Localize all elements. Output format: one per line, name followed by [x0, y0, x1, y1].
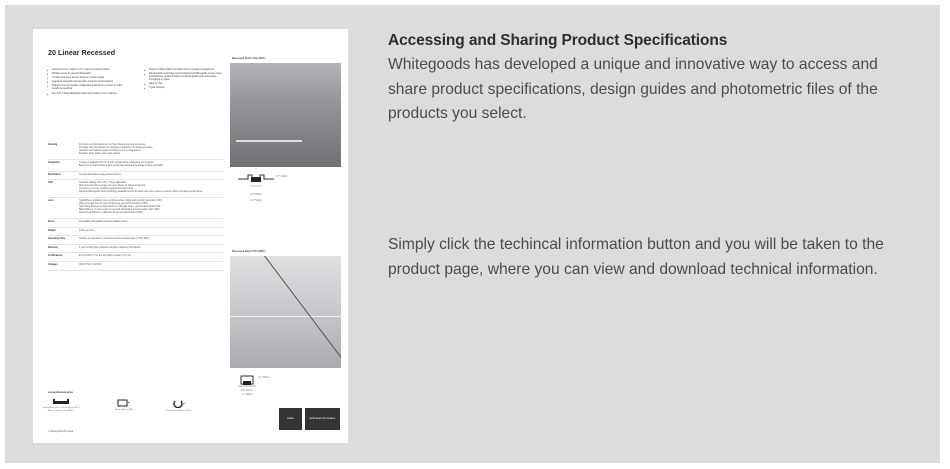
spec-row: Operating Temp Suitable for operation in …: [48, 236, 223, 245]
black-lens-icon: [117, 399, 130, 407]
spec-value-line: Round Opal Diffuser 1" diameter for gene…: [79, 212, 144, 215]
spec-label: Lens: [48, 200, 54, 203]
feature-bullet: Choice of White 4000K and Warm Dim to em…: [144, 69, 226, 72]
spec-row: Certifications ETL and ETL-C for dry and …: [48, 253, 223, 262]
spec-row: LED Constant Voltage, 90+ CRI, 3 Steps Ma…: [48, 180, 223, 199]
spec-table: Housing Precision extruded aluminum for f…: [48, 142, 223, 271]
description-paragraph: Whitegoods has developed a unique and in…: [388, 56, 878, 122]
feature-list-left: Continuous line of light in a 0.7" wide …: [47, 69, 129, 97]
spec-value: 100-277VAC, 347VAC: [79, 264, 223, 267]
index-button[interactable]: index: [279, 408, 302, 430]
spec-value-line: 0.3lbs per foot: [79, 229, 94, 232]
spec-value-line: 100-277VAC, 347VAC: [79, 263, 102, 266]
spec-label: LED: [48, 182, 53, 185]
bezel-trim-profile-drawing: 1.4" 35mm 0.9" 22mm 1.1" 28mm: [236, 375, 269, 397]
profile-dimension: 1.4" 35mm: [258, 376, 270, 379]
spec-value-line: Compatible with quality constant voltage…: [79, 221, 128, 223]
spec-value: Opal Diffuser provides even, continuous …: [79, 200, 223, 215]
spec-label: Driver: [48, 221, 55, 223]
lens-item: Opal Diffuser (OD) / Satin Diffuser (SD)…: [41, 399, 81, 413]
spec-value-line: Bezel trim for hard surfaces such as dry…: [79, 164, 163, 167]
section-heading: Accessing and Sharing Product Specificat…: [388, 32, 728, 49]
profile-section-icon: [238, 174, 274, 187]
feature-bullet: Multiple lenses for general illumination: [47, 73, 129, 76]
feature-bullet: 5 year warranty: [144, 87, 226, 90]
spec-value: Constant Voltage, 90+ CRI, 3 Steps MacAd…: [79, 182, 223, 194]
round-lens-icon: [173, 400, 185, 408]
spec-value-line: Suitable for operation in maximum ambien…: [79, 238, 150, 241]
feature-bullet: Trimless and bezel trim for all types of…: [47, 77, 129, 80]
spec-sheet-title: 20 Linear Recessed: [48, 48, 116, 57]
spec-value: Trimless installation for 1/2" & 5/8" dr…: [79, 162, 223, 168]
spec-value-line: ETL and ETL-C for dry and damp location …: [79, 255, 131, 258]
spec-row: Warranty 5 year Limited (see complete com…: [48, 245, 223, 254]
flat-lens-icon: [53, 399, 69, 404]
feature-bullet: 90+ CRI, 3 Steps MacAdam delivering exce…: [47, 93, 129, 96]
profile-dimension: 2.0" 50mm: [250, 199, 262, 203]
profile-dimension: 0.7" 18mm: [276, 175, 288, 178]
page-footer: 1 Whitegoods 20 Linear: [48, 430, 74, 433]
flush-trim-profile-drawing: 0.7" 18mm 0.9" 24mm 2.0" 50mm: [236, 171, 287, 203]
lens-item: Black Diffuser (BD): [104, 399, 144, 412]
profile-section-icon: [238, 375, 256, 387]
spec-value: Precision extruded aluminum for fixed di…: [79, 144, 223, 156]
spec-row: Housing Precision extruded aluminum for f…: [48, 142, 223, 160]
spec-value: 5 year Limited (see complete company war…: [79, 247, 223, 250]
lenses-heading: Lenses/Accessories: [48, 391, 73, 394]
spec-label: Voltages: [48, 263, 58, 266]
technical-information-button[interactable]: technical information: [305, 408, 340, 430]
spec-value: General illumination using various lense…: [79, 174, 223, 177]
feature-bullet: Seamless integration into dry wall, wood…: [47, 81, 129, 84]
spec-row: Weight 0.3lbs per foot: [48, 228, 223, 237]
spec-value-line: General illumination using various lense…: [79, 173, 121, 176]
spec-value-line: Finishes: white, black, silver and custo…: [79, 153, 120, 156]
profile-dimension: 0.9" 24mm: [250, 193, 262, 197]
spec-label: Certifications: [48, 255, 63, 258]
feature-bullet: Straight runs and metallic configuration…: [47, 85, 129, 91]
spec-row: Integration Trimless installation for 1/2…: [48, 160, 223, 172]
spec-value-line: 5 year Limited (see complete company war…: [79, 246, 141, 249]
feature-bullet: Made in USA: [144, 83, 226, 86]
spec-label: Distribution: [48, 173, 61, 176]
spec-label: Warranty: [48, 246, 58, 249]
profile-dimension: 1.1" 28mm: [241, 393, 253, 397]
spec-value-line: Identical Whitegoods LED technology avai…: [79, 191, 203, 194]
spec-value: ETL and ETL-C for dry and damp location …: [79, 255, 223, 258]
lens-item: Round Opal Diffuser (ROD): [159, 399, 199, 413]
spec-label: Operating Temp: [48, 238, 66, 241]
photo-caption-bezel-trim: Recessed Bezel Trim (RBT): [232, 250, 266, 253]
spec-value: Compatible with quality constant voltage…: [79, 221, 223, 224]
feature-bullet: Continuous line of light in a 0.7" wide …: [47, 69, 129, 72]
spec-row: Driver Compatible with quality constant v…: [48, 219, 223, 228]
instruction-paragraph: Simply click the techincal information b…: [388, 236, 884, 278]
lens-name: Opal Diffuser (OD) / Satin Diffuser (SD)…: [42, 407, 80, 413]
spec-row: Distribution General illumination using v…: [48, 172, 223, 181]
feature-list-right: Choice of White 4000K and Warm Dim to em…: [144, 69, 226, 92]
spec-row: Lens Opal Diffuser provides even, continu…: [48, 198, 223, 219]
bezel-trim-photo: [230, 256, 341, 368]
profile-dimension: 0.9" 22mm: [241, 389, 253, 393]
spec-row: Voltages 100-277VAC, 347VAC: [48, 262, 223, 271]
photo-caption-flush-trim: Recessed Flush Trim (RFT): [232, 57, 266, 60]
lens-name: Round Opal Diffuser (ROD): [166, 410, 192, 412]
lens-name: Black Diffuser (BD): [115, 409, 133, 411]
spec-label: Integration: [48, 161, 60, 164]
flush-trim-photo: [230, 63, 341, 167]
spec-label: Housing: [48, 144, 58, 146]
feature-bullet: Identical LED technology used throughout…: [144, 73, 226, 82]
spec-label: Weight: [48, 229, 56, 232]
spec-sheet-page: 20 Linear Recessed Continuous line of li…: [33, 29, 348, 443]
spec-value: Suitable for operation in maximum ambien…: [79, 238, 223, 241]
spec-value: 0.3lbs per foot: [79, 230, 223, 233]
